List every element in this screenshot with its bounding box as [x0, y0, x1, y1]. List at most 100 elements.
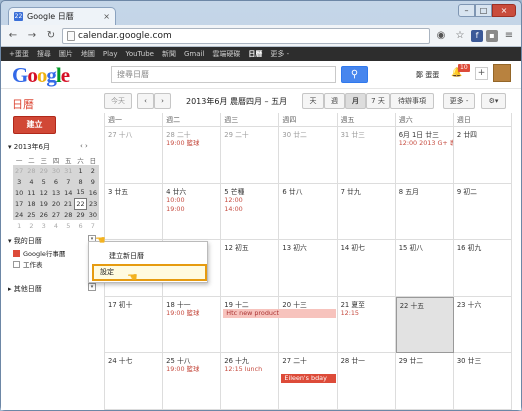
mini-calendar-day[interactable]: 11 — [25, 187, 38, 198]
create-new-calendar-item[interactable]: 建立新日曆 — [109, 251, 144, 261]
day-cell[interactable]: 12 初五 — [221, 240, 280, 297]
mini-calendar-day[interactable]: 31 — [62, 165, 75, 176]
share-plus-button[interactable]: + — [475, 67, 488, 80]
menu-icon[interactable]: ≡ — [501, 28, 517, 44]
day-cell[interactable]: 29 廿二 — [395, 353, 454, 410]
mini-calendar-day[interactable]: 2 — [25, 220, 37, 231]
day-cell[interactable]: 16 初九 — [453, 240, 512, 297]
other-calendars-heading[interactable]: ▸ 其他日曆 — [8, 284, 42, 294]
day-cell[interactable]: 28 廿一 — [337, 353, 396, 410]
event-item[interactable]: 19:00 — [163, 205, 220, 214]
google-bar-item[interactable]: 雲端硬碟 — [208, 49, 244, 59]
mini-calendar-day[interactable]: 30 — [86, 209, 99, 220]
mini-calendar-day[interactable]: 9 — [86, 176, 99, 187]
day-cell[interactable]: 14 初七 — [337, 240, 396, 297]
day-cell[interactable]: 13 初六 — [279, 240, 338, 297]
window-maximize-button[interactable]: □ — [475, 4, 492, 17]
mini-calendar-day[interactable]: 7 — [87, 220, 99, 231]
search-button[interactable]: ⚲ — [341, 66, 368, 83]
mini-calendar-day[interactable]: 22 — [73, 197, 88, 210]
google-bar-item[interactable]: 搜尋 — [33, 49, 55, 59]
day-cell[interactable]: 27 十八 — [105, 127, 164, 184]
day-cell[interactable]: 8 五月 — [395, 183, 454, 241]
other-calendars-dropdown-icon[interactable]: ▾ — [88, 283, 96, 291]
settings-gear-button[interactable]: ⚙▾ — [481, 93, 506, 109]
user-name[interactable]: 鄭 蛋蛋 — [416, 70, 439, 80]
mini-calendar-day[interactable]: 3 — [38, 220, 50, 231]
mini-calendar-day[interactable]: 4 — [50, 220, 62, 231]
day-cell[interactable]: 20 十三 — [279, 296, 338, 354]
settings-menu-item[interactable]: 設定 — [92, 264, 207, 281]
browser-tab[interactable]: 22 Google 日曆 × — [8, 7, 116, 25]
back-arrow-icon[interactable]: ← — [5, 28, 21, 44]
google-bar-item[interactable]: 日曆 — [244, 49, 266, 59]
day-cell[interactable]: 21 夏至 12:15 — [337, 296, 396, 354]
mini-calendar-title[interactable]: ▾ 2013年6月 — [8, 142, 50, 152]
day-cell[interactable]: 31 廿三 — [337, 127, 396, 184]
mini-calendar-day[interactable]: 28 — [25, 165, 38, 176]
create-button[interactable]: 建立 — [13, 116, 56, 134]
window-minimize-button[interactable]: – — [458, 4, 475, 17]
star-icon[interactable]: ☆ — [452, 28, 468, 44]
window-close-button[interactable]: × — [492, 4, 516, 17]
mini-calendar-day[interactable]: 10 — [13, 187, 26, 198]
day-cell[interactable]: 4 廿六 10:00 19:00 — [163, 183, 222, 241]
mini-calendar-nav[interactable]: ‹ › — [80, 142, 88, 150]
day-cell[interactable]: 26 十九 12:15 lunch — [221, 353, 280, 410]
day-cell[interactable]: 6 廿八 — [279, 183, 338, 241]
mini-calendar-day[interactable]: 6 — [74, 220, 86, 231]
reload-icon[interactable]: ↻ — [43, 28, 59, 44]
mini-calendar-day[interactable]: 24 — [13, 209, 26, 220]
forward-arrow-icon[interactable]: → — [24, 28, 40, 44]
mini-calendar-day[interactable]: 13 — [49, 187, 63, 198]
event-item[interactable]: 12:00 2013 G+ 專 — [396, 139, 453, 148]
day-cell[interactable]: 15 初八 — [395, 240, 454, 297]
day-cell[interactable]: 3 廿五 — [105, 183, 164, 241]
day-cell[interactable]: 25 十八 19:00 籃球 — [163, 353, 222, 410]
mini-calendar-day[interactable]: 15 — [74, 187, 87, 198]
mini-calendar-day[interactable]: 26 — [37, 209, 50, 220]
my-calendars-heading[interactable]: ▾ 我的日曆 — [8, 236, 42, 246]
facebook-icon[interactable]: f — [471, 29, 483, 42]
search-input[interactable]: 搜尋日曆 — [111, 66, 336, 83]
mini-calendar-day[interactable]: 19 — [37, 198, 50, 209]
mini-calendar-day[interactable]: 7 — [62, 176, 75, 187]
address-bar[interactable]: calendar.google.com — [62, 27, 430, 44]
day-cell[interactable]: 9 初二 — [453, 183, 512, 241]
day-cell[interactable]: 24 十七 — [105, 353, 164, 410]
more-button[interactable]: 更多 - — [443, 93, 475, 109]
mini-calendar-day[interactable]: 2 — [86, 165, 99, 176]
event-item[interactable]: 12:15 — [338, 309, 395, 318]
notification-count[interactable]: 10 — [458, 64, 470, 72]
tab-close-icon[interactable]: × — [103, 12, 110, 21]
google-bar-item[interactable]: 新聞 — [158, 49, 180, 59]
mini-calendar-day[interactable]: 29 — [74, 209, 87, 220]
day-cell[interactable]: 18 十一 19:00 籃球 — [163, 296, 222, 354]
event-item[interactable]: 10:00 — [163, 196, 220, 205]
google-bar-item[interactable]: 圖片 — [55, 49, 77, 59]
day-cell[interactable]: 19 十二 — [221, 296, 280, 354]
view-day-button[interactable]: 天 — [302, 93, 324, 109]
calendar-item-google[interactable]: Google行事曆 — [13, 248, 65, 258]
event-item[interactable]: 19:00 籃球 — [163, 309, 220, 318]
mini-calendar-day[interactable]: 8 — [74, 176, 87, 187]
mini-calendar-day[interactable]: 1 — [74, 165, 87, 176]
day-cell[interactable]: 29 二十 — [221, 127, 280, 184]
google-bar-item[interactable]: YouTube — [121, 50, 157, 58]
mini-calendar-day[interactable]: 20 — [49, 198, 63, 209]
view-month-button[interactable]: 月 — [345, 93, 366, 109]
event-item[interactable]: 12:00 — [221, 196, 278, 205]
day-cell[interactable]: 6月 1日 廿三 12:00 2013 G+ 專 — [395, 127, 454, 184]
mini-calendar-day[interactable]: 3 — [13, 176, 26, 187]
google-bar-item[interactable]: 地圖 — [77, 49, 99, 59]
extension-icon[interactable]: ▪ — [486, 29, 498, 42]
mini-calendar-day[interactable]: 28 — [62, 209, 75, 220]
mini-calendar-day[interactable]: 27 — [13, 165, 26, 176]
day-cell[interactable]: 30 廿三 — [453, 353, 512, 410]
view-week-button[interactable]: 週 — [324, 93, 345, 109]
calendar-item-worksheet[interactable]: 工作表 — [13, 259, 43, 269]
day-cell[interactable]: 7 廿九 — [337, 183, 396, 241]
mini-calendar-day[interactable]: 6 — [49, 176, 63, 187]
mini-calendar-day[interactable]: 18 — [25, 198, 38, 209]
mini-calendar-day[interactable]: 14 — [62, 187, 75, 198]
